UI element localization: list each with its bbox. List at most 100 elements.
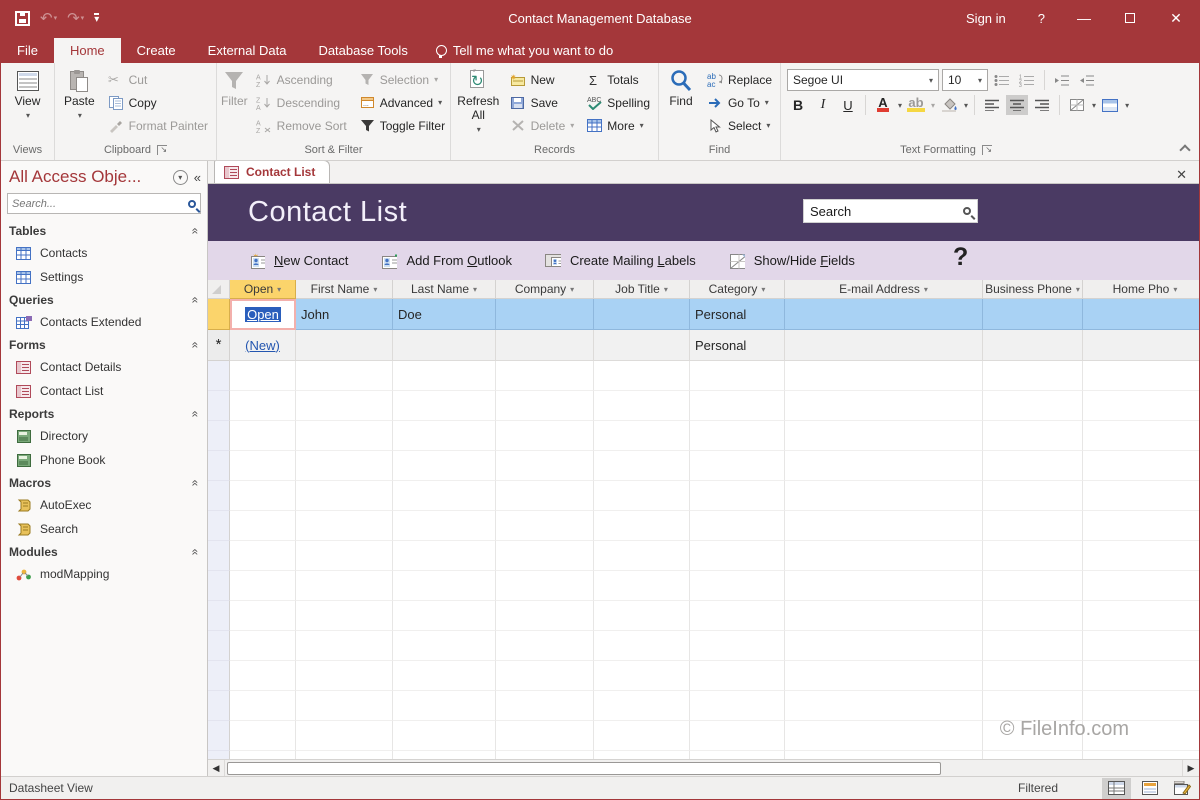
grid-cell[interactable] xyxy=(296,661,393,691)
nav-section-reports[interactable]: Reports« xyxy=(1,403,207,424)
grid-cell[interactable] xyxy=(230,691,296,721)
column-filter-icon[interactable]: ▾ xyxy=(1076,285,1080,294)
grid-cell[interactable] xyxy=(690,451,785,481)
grid-cell[interactable] xyxy=(296,330,393,361)
grid-cell[interactable] xyxy=(785,661,983,691)
view-datasheet-button[interactable] xyxy=(1102,778,1131,799)
redo-icon[interactable]: ↷▾ xyxy=(67,11,84,26)
grid-cell[interactable] xyxy=(496,421,594,451)
column-filter-icon[interactable]: ▾ xyxy=(924,285,928,294)
grid-cell[interactable] xyxy=(690,751,785,759)
grid-cell[interactable] xyxy=(594,721,690,751)
grid-cell[interactable] xyxy=(785,601,983,631)
grid-cell[interactable] xyxy=(690,481,785,511)
grid-cell[interactable] xyxy=(1083,451,1199,481)
grid-cell[interactable] xyxy=(296,451,393,481)
grid-cell[interactable] xyxy=(690,601,785,631)
grid-cell[interactable] xyxy=(296,511,393,541)
grid-cell[interactable] xyxy=(690,361,785,391)
document-tab-contact-list[interactable]: Contact List xyxy=(214,160,330,183)
grid-cell[interactable] xyxy=(594,481,690,511)
tab-file[interactable]: File xyxy=(1,38,54,63)
tab-database-tools[interactable]: Database Tools xyxy=(302,38,423,63)
grid-cell[interactable] xyxy=(983,330,1083,361)
grid-cell[interactable] xyxy=(496,511,594,541)
advanced-button[interactable]: ...Advanced▾ xyxy=(355,91,449,114)
grid-cell[interactable] xyxy=(393,571,496,601)
grid-cell[interactable] xyxy=(1083,330,1199,361)
grid-cell[interactable] xyxy=(496,601,594,631)
grid-cell[interactable] xyxy=(785,721,983,751)
grid-cell[interactable] xyxy=(296,481,393,511)
grid-cell[interactable] xyxy=(785,571,983,601)
collapse-section-icon[interactable]: « xyxy=(189,480,203,487)
grid-cell[interactable] xyxy=(230,571,296,601)
grid-cell[interactable] xyxy=(296,751,393,759)
close-button[interactable]: ✕ xyxy=(1153,1,1199,35)
search-icon[interactable] xyxy=(188,200,196,208)
nav-section-modules[interactable]: Modules« xyxy=(1,541,207,562)
nav-section-queries[interactable]: Queries« xyxy=(1,289,207,310)
grid-cell[interactable] xyxy=(230,451,296,481)
column-header-open[interactable]: Open▾ xyxy=(230,280,296,299)
column-header-job-title[interactable]: Job Title▾ xyxy=(594,280,690,299)
grid-cell[interactable] xyxy=(594,421,690,451)
grid-cell[interactable] xyxy=(1083,571,1199,601)
grid-cell[interactable] xyxy=(983,361,1083,391)
grid-cell[interactable] xyxy=(983,421,1083,451)
grid-cell[interactable] xyxy=(393,541,496,571)
grid-cell[interactable] xyxy=(785,391,983,421)
bullets-icon[interactable] xyxy=(991,70,1013,90)
grid-cell[interactable] xyxy=(594,751,690,759)
grid-cell[interactable]: John xyxy=(296,299,393,330)
align-right-button[interactable] xyxy=(1031,95,1053,115)
grid-cell[interactable] xyxy=(296,361,393,391)
underline-button[interactable]: U xyxy=(837,95,859,115)
grid-cell[interactable] xyxy=(393,721,496,751)
increase-indent-icon[interactable] xyxy=(1051,70,1073,90)
collapse-section-icon[interactable]: « xyxy=(189,411,203,418)
grid-cell[interactable] xyxy=(496,481,594,511)
grid-cell[interactable] xyxy=(296,601,393,631)
grid-cell[interactable] xyxy=(496,541,594,571)
select-button[interactable]: Select▾ xyxy=(703,114,776,137)
ascending-button[interactable]: AZAscending xyxy=(252,68,351,91)
grid-cell[interactable] xyxy=(1083,751,1199,759)
show-hide-fields-button[interactable]: Show/Hide Fields xyxy=(716,253,867,269)
grid-cell[interactable] xyxy=(983,751,1083,759)
collapse-section-icon[interactable]: « xyxy=(189,342,203,349)
grid-cell[interactable] xyxy=(230,751,296,759)
sidebar-item-autoexec[interactable]: AutoExec xyxy=(1,493,207,517)
grid-cell[interactable] xyxy=(230,481,296,511)
align-center-button[interactable] xyxy=(1006,95,1028,115)
column-header-business-phone[interactable]: Business Phone▾ xyxy=(983,280,1083,299)
grid-cell[interactable] xyxy=(594,631,690,661)
grid-cell[interactable] xyxy=(1083,631,1199,661)
grid-cell[interactable] xyxy=(496,299,594,330)
delete-button[interactable]: Delete▾ xyxy=(506,114,579,137)
grid-cell[interactable] xyxy=(983,299,1083,330)
scroll-right-icon[interactable]: ▶ xyxy=(1182,760,1199,776)
grid-cell[interactable] xyxy=(785,631,983,661)
grid-cell[interactable] xyxy=(230,541,296,571)
grid-cell[interactable] xyxy=(1083,691,1199,721)
grid-cell[interactable] xyxy=(690,511,785,541)
view-layout-button[interactable] xyxy=(1135,778,1164,799)
grid-cell[interactable] xyxy=(393,661,496,691)
grid-cell[interactable] xyxy=(594,661,690,691)
grid-cell[interactable] xyxy=(296,691,393,721)
refresh-all-button[interactable]: ↻ Refresh All ▾ xyxy=(453,65,504,138)
column-filter-icon[interactable]: ▾ xyxy=(1173,285,1177,294)
grid-cell[interactable] xyxy=(296,541,393,571)
new-record-button[interactable]: ✷New xyxy=(506,68,579,91)
selection-button[interactable]: Selection▾ xyxy=(355,68,449,91)
grid-cell[interactable] xyxy=(690,421,785,451)
remove-sort-button[interactable]: AZRemove Sort xyxy=(252,114,351,137)
grid-cell[interactable] xyxy=(393,631,496,661)
grid-cell[interactable]: Open xyxy=(230,299,296,330)
grid-cell[interactable] xyxy=(1083,481,1199,511)
grid-cell[interactable] xyxy=(496,631,594,661)
grid-cell[interactable] xyxy=(785,451,983,481)
grid-cell[interactable] xyxy=(690,721,785,751)
grid-cell[interactable] xyxy=(983,391,1083,421)
